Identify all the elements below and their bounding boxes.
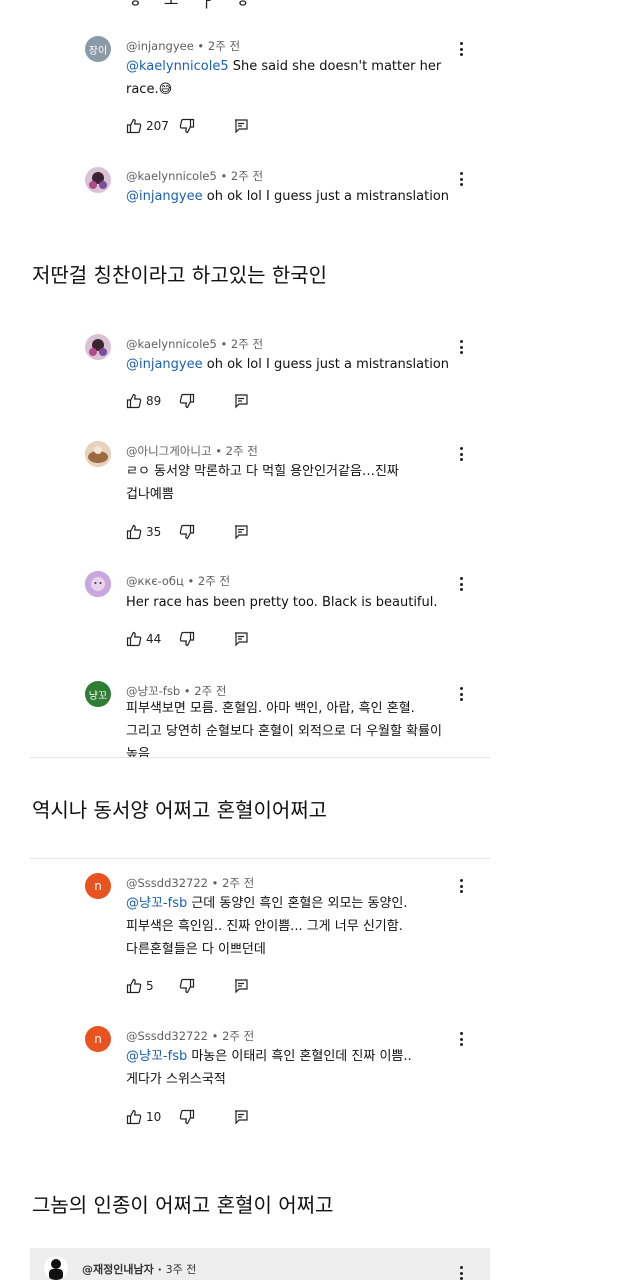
mention-link[interactable]: @injangyee [126, 357, 203, 372]
avatar[interactable]: n [85, 873, 111, 899]
comment-time: 2주 전 [230, 169, 264, 183]
comment-text: @냥꼬-fsb 마농은 이태리 흑인 혼혈인데 진짜 이쁨.. 게다가 스위스국적 [126, 1049, 412, 1087]
more-vert-icon[interactable] [460, 1266, 464, 1283]
reply-icon[interactable] [233, 978, 249, 994]
comment-author[interactable]: @Sssdd32722 [126, 876, 208, 890]
comment-author[interactable]: @kaelynnicole5 [126, 169, 217, 183]
comment-time: 2주 전 [222, 1029, 255, 1043]
avatar[interactable] [85, 334, 111, 360]
comment-actions: 5 [126, 976, 249, 996]
comment-actions: 10 [126, 1107, 249, 1127]
avatar[interactable]: 장이 [85, 36, 111, 62]
comment-meta: @아니그게아니고 • 2주 전 [126, 444, 258, 458]
thumbs-up-icon[interactable] [126, 978, 142, 994]
thumbs-up-icon[interactable] [126, 393, 142, 409]
reply-icon[interactable] [233, 631, 249, 647]
comment-time: 2주 전 [225, 444, 258, 458]
thumbs-down-icon[interactable] [179, 118, 195, 134]
reply-icon[interactable] [233, 1109, 249, 1125]
comment-actions: 35 [126, 522, 249, 542]
mention-link[interactable]: @kaelynnicole5 [126, 59, 229, 74]
comment-text: @냥꼬-fsb 근데 동양인 흑인 혼혈은 외모는 동양인. 피부색은 흑인임..… [126, 896, 408, 957]
reply-icon[interactable] [233, 524, 249, 540]
thumbs-up-icon[interactable] [126, 118, 142, 134]
thumbs-up-icon[interactable] [126, 524, 142, 540]
comment-time: 2주 전 [222, 876, 255, 890]
comment-text: 피부색보면 모름. 혼혈임. 아마 백인, 아랍, 흑인 혼혈. 그리고 당연히 … [126, 701, 442, 757]
comment-meta: @Sssdd32722 • 2주 전 [126, 1029, 255, 1043]
divider [30, 757, 490, 758]
mention-link[interactable]: @냥꼬-fsb [126, 896, 187, 911]
comment-time: 2주 전 [194, 684, 227, 698]
comment-author[interactable]: @아니그게아니고 [126, 444, 212, 458]
comment-meta: @injangyee • 2주 전 [126, 39, 241, 53]
comment-text: @injangyee oh ok lol I guess just a mist… [126, 189, 450, 204]
comment-author[interactable]: @kaelynnicole5 [126, 337, 217, 351]
like-count: 10 [146, 1110, 162, 1124]
avatar[interactable]: n [85, 1026, 111, 1052]
comment-text: Her race has been pretty too. Black is b… [126, 595, 438, 610]
avatar[interactable] [85, 167, 111, 193]
thumbs-up-icon[interactable] [126, 631, 142, 647]
thumbs-down-icon[interactable] [179, 1109, 195, 1125]
like-count: 89 [146, 394, 162, 408]
like-count: 5 [146, 979, 154, 993]
caption: 그놈의 인종이 어쩌고 혼혈이 어쩌고 [32, 1193, 334, 1217]
comment-time: 2주 전 [230, 337, 264, 351]
thumbs-down-icon[interactable] [179, 978, 195, 994]
avatar[interactable] [85, 571, 111, 597]
comment-text: ㄹㅇ 동서양 막론하고 다 먹힐 용안인거같음…진짜 겁나예쁨 [126, 464, 399, 502]
comment-author[interactable]: @injangyee [126, 39, 194, 53]
comment-author[interactable]: @ккє-обц [126, 574, 184, 588]
comment-text: @injangyee oh ok lol I guess just a mist… [126, 357, 450, 372]
mention-link[interactable]: @냥꼬-fsb [126, 1049, 187, 1064]
comment-text: @kaelynnicole5 She said she doesn't matt… [126, 59, 442, 97]
mention-link[interactable]: @injangyee [126, 189, 203, 204]
comment-meta: @kaelynnicole5 • 2주 전 [126, 169, 264, 183]
top-fragment: ㅎ ㅗ ㅏ ㅎ [128, 0, 259, 11]
thumbs-down-icon[interactable] [179, 524, 195, 540]
caption: 역시나 동서양 어쩌고 혼혈이어쩌고 [32, 798, 328, 822]
more-vert-icon[interactable] [460, 42, 464, 59]
reply-icon[interactable] [233, 393, 249, 409]
comment-actions: 89 [126, 391, 249, 411]
comment-meta: @ккє-обц • 2주 전 [126, 574, 231, 588]
comment-author[interactable]: @냥꼬-fsb [126, 684, 180, 698]
comment-meta: @kaelynnicole5 • 2주 전 [126, 337, 264, 351]
comment-time: 2주 전 [197, 574, 231, 588]
reply-icon[interactable] [233, 118, 249, 134]
avatar[interactable] [44, 1256, 68, 1280]
like-count: 44 [146, 632, 162, 646]
avatar[interactable] [85, 441, 111, 467]
comment-time: 2주 전 [207, 39, 241, 53]
comment-actions: 207 [126, 116, 249, 136]
like-count: 35 [146, 525, 162, 539]
caption: 저딴걸 칭찬이라고 하고있는 한국인 [32, 263, 328, 287]
thumbs-up-icon[interactable] [126, 1109, 142, 1125]
like-count: 207 [146, 119, 169, 133]
comment-meta: @Sssdd32722 • 2주 전 [126, 876, 255, 890]
thumbs-down-icon[interactable] [179, 631, 195, 647]
comment-actions: 44 [126, 629, 249, 649]
comment-meta: @재정인내남자 · 3주 전 [82, 1263, 197, 1276]
comment-clip: 피부색보면 모름. 혼혈임. 아마 백인, 아랍, 흑인 혼혈. 그리고 당연히 … [0, 697, 640, 757]
thumbs-down-icon[interactable] [179, 393, 195, 409]
divider [30, 858, 490, 859]
comment-author[interactable]: @Sssdd32722 [126, 1029, 208, 1043]
comment-time: 3주 전 [165, 1263, 197, 1276]
comment-author[interactable]: @재정인내남자 [82, 1263, 154, 1276]
